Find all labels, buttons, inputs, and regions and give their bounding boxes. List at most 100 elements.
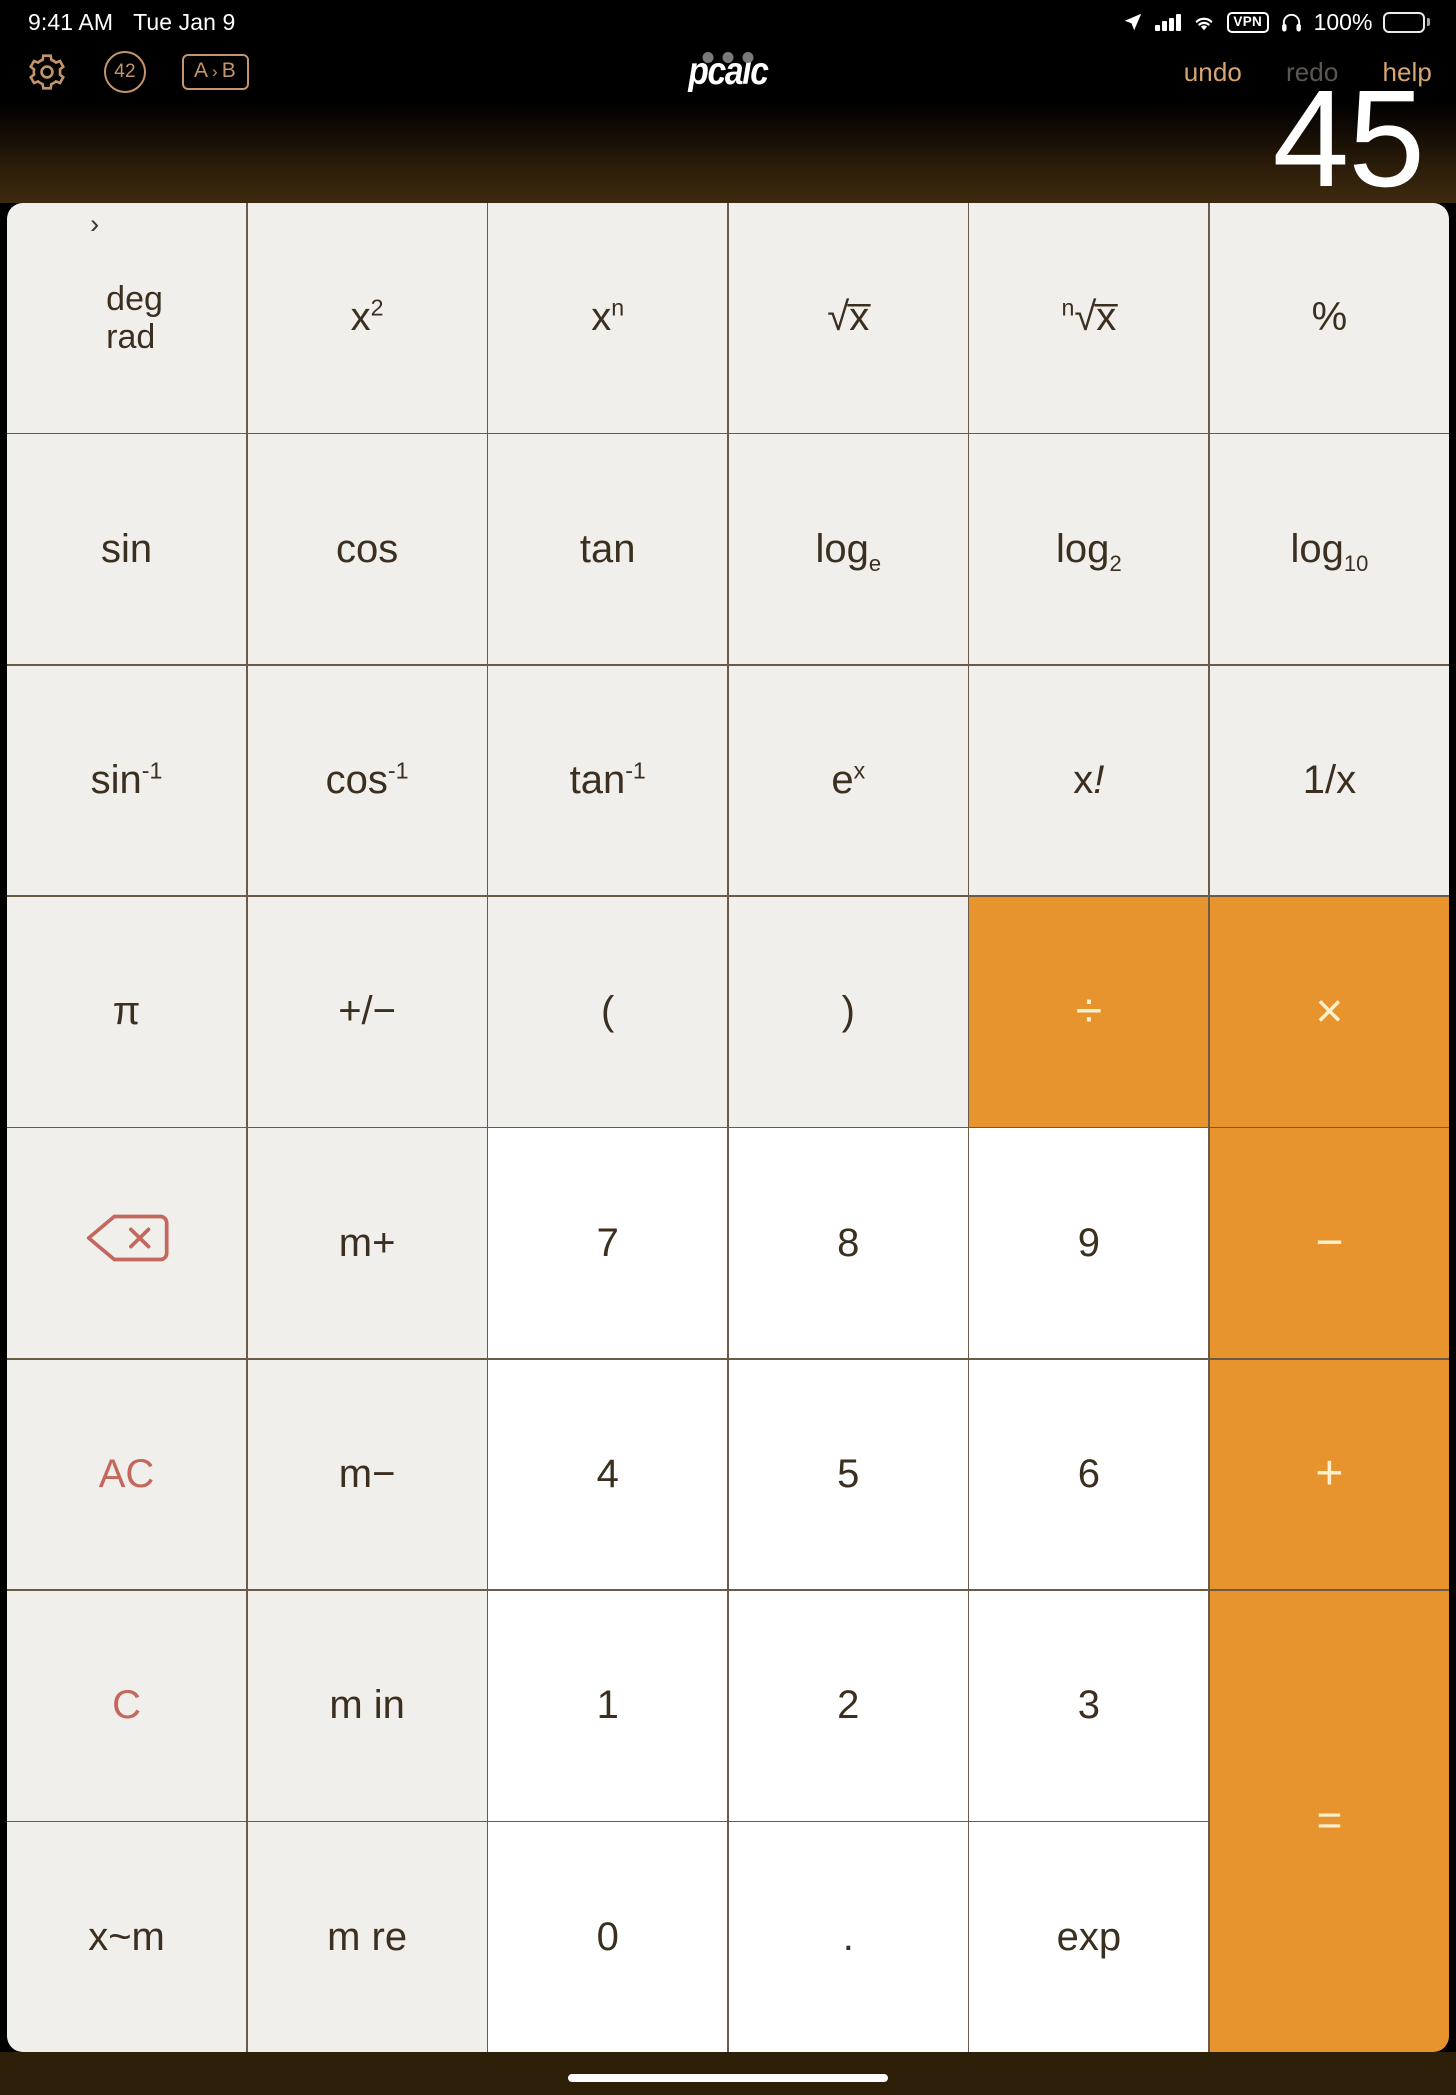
key-digit-6[interactable]: 6 xyxy=(969,1359,1209,1590)
key-plus-minus[interactable]: +/− xyxy=(247,896,487,1127)
status-bar-right: VPN 100% xyxy=(1122,9,1430,36)
cellular-signal-icon xyxy=(1155,13,1181,31)
key-label: 0 xyxy=(596,1914,619,1959)
key-label: m re xyxy=(327,1914,408,1959)
key-decimal-point[interactable]: . xyxy=(728,1822,968,2052)
status-date: Tue Jan 9 xyxy=(133,8,236,35)
status-time: 9:41 AM xyxy=(28,8,114,35)
key-exponent[interactable]: exp xyxy=(969,1822,1209,2052)
key-label: n√x̅ xyxy=(1061,295,1117,340)
constants-badge[interactable]: 42 xyxy=(104,51,146,93)
key-digit-7[interactable]: 7 xyxy=(488,1128,728,1359)
app-toolbar: 42 A › B pcalc undo redo help xyxy=(0,44,1456,100)
key-digit-0[interactable]: 0 xyxy=(488,1822,728,2052)
calculator-display[interactable]: 45 xyxy=(0,70,1456,208)
key-close-paren[interactable]: ) xyxy=(728,896,968,1127)
key-arcsin[interactable]: sin-1 xyxy=(7,665,247,896)
key-all-clear[interactable]: AC xyxy=(7,1359,247,1590)
key-digit-9[interactable]: 9 xyxy=(969,1128,1209,1359)
key-arccos[interactable]: cos-1 xyxy=(247,665,487,896)
vpn-badge: VPN xyxy=(1226,11,1269,33)
status-bar-left: 9:41 AM Tue Jan 9 xyxy=(28,9,235,36)
conversion-label-a: A xyxy=(194,59,210,83)
window-drag-handle[interactable] xyxy=(702,52,754,63)
key-label: sin xyxy=(100,526,153,571)
handle-dot xyxy=(742,52,754,63)
key-sin[interactable]: sin xyxy=(7,434,247,665)
key-clear[interactable]: C xyxy=(7,1590,247,1821)
key-nth-root[interactable]: n√x̅ xyxy=(969,203,1209,433)
key-backspace[interactable] xyxy=(7,1128,247,1359)
key-label: cos-1 xyxy=(325,757,409,803)
key-divide[interactable]: ÷ xyxy=(969,896,1209,1127)
key-memory-recall[interactable]: m re xyxy=(247,1822,487,2052)
help-button[interactable]: help xyxy=(1382,57,1432,88)
key-reciprocal[interactable]: 1/x xyxy=(1209,665,1449,896)
key-label: 6 xyxy=(1077,1451,1100,1496)
key-square-root[interactable]: √x̅ xyxy=(728,203,968,433)
conversion-label-b: B xyxy=(221,59,237,83)
key-digit-2[interactable]: 2 xyxy=(728,1590,968,1821)
key-percent[interactable]: % xyxy=(1209,203,1449,433)
key-label: × xyxy=(1315,984,1344,1038)
key-arctan[interactable]: tan-1 xyxy=(488,665,728,896)
key-multiply[interactable]: × xyxy=(1209,896,1449,1127)
undo-button[interactable]: undo xyxy=(1184,57,1242,88)
key-e-to-the-x[interactable]: ex xyxy=(728,665,968,896)
key-plus[interactable]: + xyxy=(1209,1359,1449,1590)
key-log-e[interactable]: loge xyxy=(728,434,968,665)
toolbar-right-group: undo redo help xyxy=(1184,44,1432,100)
key-label: + xyxy=(1315,1447,1344,1501)
key-label: x! xyxy=(1073,758,1105,803)
redo-button[interactable]: redo xyxy=(1286,57,1338,88)
key-label: π xyxy=(112,989,141,1034)
key-label: ) xyxy=(841,989,855,1034)
key-minus[interactable]: − xyxy=(1209,1128,1449,1359)
status-bar: 9:41 AM Tue Jan 9 VPN 100% xyxy=(0,0,1456,44)
key-label: √x̅ xyxy=(827,295,870,340)
bottom-bar xyxy=(0,2052,1456,2095)
key-digit-5[interactable]: 5 xyxy=(728,1359,968,1590)
key-equals[interactable]: = xyxy=(1209,1590,1449,2052)
key-label: C xyxy=(112,1683,141,1728)
key-memory-minus[interactable]: m− xyxy=(247,1359,487,1590)
key-label: − xyxy=(1315,1216,1344,1270)
key-memory-in[interactable]: m in xyxy=(247,1590,487,1821)
key-label: ex xyxy=(831,757,866,803)
battery-icon xyxy=(1383,11,1430,33)
key-label: x2 xyxy=(350,295,384,340)
gear-icon[interactable] xyxy=(26,51,68,93)
key-label: 7 xyxy=(596,1220,619,1265)
chevron-right-icon: › xyxy=(212,61,219,81)
home-indicator[interactable] xyxy=(568,2074,888,2082)
key-x-squared[interactable]: x2 xyxy=(247,203,487,433)
key-cos[interactable]: cos xyxy=(247,434,487,665)
key-exchange-x-memory[interactable]: x~m xyxy=(7,1822,247,2052)
headphones-icon xyxy=(1280,11,1303,34)
key-digit-3[interactable]: 3 xyxy=(969,1590,1209,1821)
key-deg-rad-toggle[interactable]: › deg rad xyxy=(7,203,247,433)
key-factorial[interactable]: x! xyxy=(969,665,1209,896)
key-log-10[interactable]: log10 xyxy=(1209,434,1449,665)
toolbar-left-group: 42 A › B xyxy=(26,44,249,100)
key-label: 3 xyxy=(1077,1683,1100,1728)
conversion-button[interactable]: A › B xyxy=(182,54,249,90)
key-label: log2 xyxy=(1056,526,1122,576)
rad-label: rad xyxy=(106,317,156,356)
key-label: ( xyxy=(601,989,615,1034)
key-label: m− xyxy=(338,1451,396,1496)
key-open-paren[interactable]: ( xyxy=(488,896,728,1127)
key-digit-4[interactable]: 4 xyxy=(488,1359,728,1590)
key-log-2[interactable]: log2 xyxy=(969,434,1209,665)
key-label: 1 xyxy=(596,1683,619,1728)
key-x-to-the-n[interactable]: xn xyxy=(488,203,728,433)
key-pi[interactable]: π xyxy=(7,896,247,1127)
key-digit-8[interactable]: 8 xyxy=(728,1128,968,1359)
location-arrow-icon xyxy=(1122,11,1144,33)
key-label: 5 xyxy=(837,1451,860,1496)
handle-dot xyxy=(722,52,734,63)
key-digit-1[interactable]: 1 xyxy=(488,1590,728,1821)
key-tan[interactable]: tan xyxy=(488,434,728,665)
key-label: m in xyxy=(329,1683,405,1728)
key-memory-plus[interactable]: m+ xyxy=(247,1128,487,1359)
